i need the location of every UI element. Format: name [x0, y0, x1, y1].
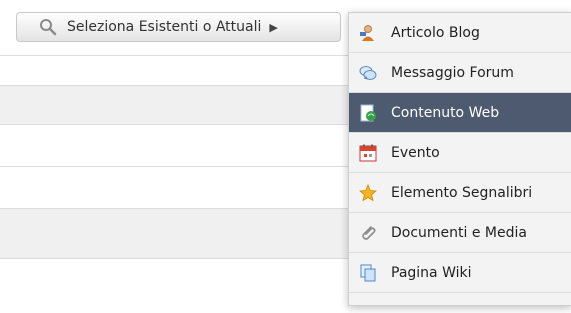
blog-icon	[359, 24, 377, 42]
menu-item-contenuto-web[interactable]: Contenuto Web	[349, 93, 571, 133]
paperclip-icon	[359, 224, 377, 242]
star-icon	[359, 183, 377, 202]
select-existing-label: Seleziona Esistenti o Attuali	[67, 19, 262, 35]
menu-item-elemento-segnalibri[interactable]: Elemento Segnalibri	[349, 173, 571, 213]
menu-item-pagina-wiki[interactable]: Pagina Wiki	[349, 253, 571, 293]
pages-icon	[359, 264, 377, 282]
content-type-menu: Articolo Blog Messaggio Forum Contenuto …	[348, 12, 571, 306]
menu-item-evento[interactable]: Evento	[349, 133, 571, 173]
web-content-icon	[359, 104, 377, 122]
menu-item-label: Documenti e Media	[391, 224, 527, 241]
menu-item-label: Messaggio Forum	[391, 64, 514, 81]
menu-item-label: Pagina Wiki	[391, 264, 472, 281]
right-arrow-icon: ▶	[269, 20, 278, 34]
menu-item-label: Elemento Segnalibri	[391, 184, 533, 201]
forum-icon	[359, 64, 377, 82]
select-existing-button[interactable]: Seleziona Esistenti o Attuali ▶	[16, 12, 341, 42]
menu-item-label: Articolo Blog	[391, 24, 480, 41]
menu-item-documenti-media[interactable]: Documenti e Media	[349, 213, 571, 253]
menu-item-articolo-blog[interactable]: Articolo Blog	[349, 13, 571, 53]
menu-item-label: Contenuto Web	[391, 104, 500, 121]
menu-item-messaggio-forum[interactable]: Messaggio Forum	[349, 53, 571, 93]
calendar-icon	[359, 144, 377, 162]
menu-item-label: Evento	[391, 144, 440, 161]
search-icon	[39, 18, 57, 36]
